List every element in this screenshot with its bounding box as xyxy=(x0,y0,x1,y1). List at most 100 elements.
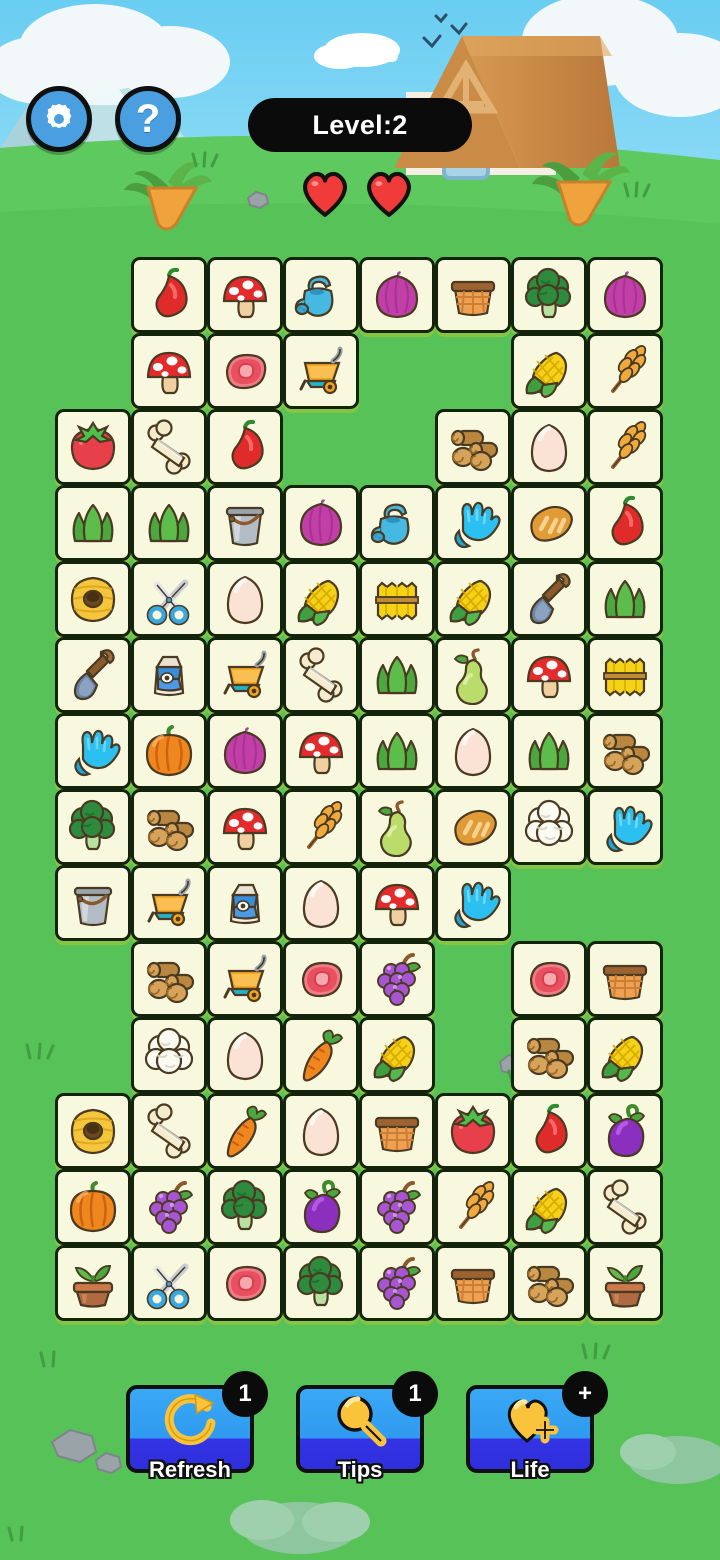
game-tile[interactable] xyxy=(55,485,131,561)
game-tile[interactable] xyxy=(131,333,207,409)
game-tile[interactable] xyxy=(207,409,283,485)
game-tile[interactable] xyxy=(207,1169,283,1245)
game-tile[interactable] xyxy=(283,1169,359,1245)
game-tile[interactable] xyxy=(587,789,663,865)
game-tile[interactable] xyxy=(587,637,663,713)
game-tile[interactable] xyxy=(359,941,435,1017)
game-tile[interactable] xyxy=(283,1017,359,1093)
game-tile[interactable] xyxy=(207,941,283,1017)
game-tile[interactable] xyxy=(207,485,283,561)
game-tile[interactable] xyxy=(207,1017,283,1093)
game-tile[interactable] xyxy=(55,637,131,713)
game-tile[interactable] xyxy=(55,1093,131,1169)
game-tile[interactable] xyxy=(131,1093,207,1169)
game-tile[interactable] xyxy=(511,485,587,561)
game-tile[interactable] xyxy=(359,637,435,713)
game-tile[interactable] xyxy=(55,409,131,485)
game-tile[interactable] xyxy=(511,257,587,333)
game-tile[interactable] xyxy=(207,1245,283,1321)
game-tile[interactable] xyxy=(359,789,435,865)
game-tile[interactable] xyxy=(131,713,207,789)
game-tile[interactable] xyxy=(587,1017,663,1093)
game-tile[interactable] xyxy=(359,713,435,789)
game-tile[interactable] xyxy=(283,1245,359,1321)
game-tile[interactable] xyxy=(55,1169,131,1245)
game-tile[interactable] xyxy=(131,941,207,1017)
game-tile[interactable] xyxy=(435,637,511,713)
game-tile[interactable] xyxy=(283,637,359,713)
game-tile[interactable] xyxy=(131,485,207,561)
game-tile[interactable] xyxy=(359,1093,435,1169)
game-tile[interactable] xyxy=(511,941,587,1017)
game-tile[interactable] xyxy=(511,409,587,485)
game-tile[interactable] xyxy=(283,713,359,789)
game-tile[interactable] xyxy=(435,789,511,865)
game-tile[interactable] xyxy=(511,1093,587,1169)
game-tile[interactable] xyxy=(207,333,283,409)
game-tile[interactable] xyxy=(283,257,359,333)
game-tile[interactable] xyxy=(55,789,131,865)
tips-count-badge[interactable]: 1 xyxy=(392,1371,438,1417)
game-tile[interactable] xyxy=(207,257,283,333)
game-tile[interactable] xyxy=(283,333,359,409)
game-tile[interactable] xyxy=(131,789,207,865)
game-tile[interactable] xyxy=(587,257,663,333)
game-tile[interactable] xyxy=(131,865,207,941)
game-tile[interactable] xyxy=(511,1017,587,1093)
game-tile[interactable] xyxy=(587,409,663,485)
game-tile[interactable] xyxy=(207,713,283,789)
game-tile[interactable] xyxy=(131,637,207,713)
game-tile[interactable] xyxy=(359,1245,435,1321)
game-tile[interactable] xyxy=(511,789,587,865)
game-tile[interactable] xyxy=(435,561,511,637)
game-tile[interactable] xyxy=(359,1169,435,1245)
refresh-button[interactable]: Refresh 1 xyxy=(126,1371,268,1482)
game-tile[interactable] xyxy=(587,1245,663,1321)
game-tile[interactable] xyxy=(359,561,435,637)
game-tile[interactable] xyxy=(283,865,359,941)
game-tile[interactable] xyxy=(511,1245,587,1321)
game-tile[interactable] xyxy=(511,637,587,713)
game-tile[interactable] xyxy=(131,257,207,333)
help-button[interactable]: ? xyxy=(115,86,181,152)
game-tile[interactable] xyxy=(511,1169,587,1245)
game-tile[interactable] xyxy=(587,713,663,789)
game-tile[interactable] xyxy=(207,789,283,865)
game-tile[interactable] xyxy=(283,941,359,1017)
game-tile[interactable] xyxy=(283,1093,359,1169)
game-tile[interactable] xyxy=(283,789,359,865)
life-count-badge[interactable]: + xyxy=(562,1371,608,1417)
game-tile[interactable] xyxy=(131,1169,207,1245)
game-tile[interactable] xyxy=(587,1169,663,1245)
game-tile[interactable] xyxy=(511,333,587,409)
game-tile[interactable] xyxy=(55,865,131,941)
game-tile[interactable] xyxy=(435,1245,511,1321)
game-tile[interactable] xyxy=(511,713,587,789)
game-tile[interactable] xyxy=(55,561,131,637)
game-board[interactable] xyxy=(55,257,665,1347)
game-tile[interactable] xyxy=(587,333,663,409)
game-tile[interactable] xyxy=(587,1093,663,1169)
game-tile[interactable] xyxy=(131,409,207,485)
game-tile[interactable] xyxy=(435,1093,511,1169)
game-tile[interactable] xyxy=(435,257,511,333)
game-tile[interactable] xyxy=(587,941,663,1017)
game-tile[interactable] xyxy=(511,561,587,637)
game-tile[interactable] xyxy=(131,1245,207,1321)
game-tile[interactable] xyxy=(435,865,511,941)
game-tile[interactable] xyxy=(131,1017,207,1093)
tips-button[interactable]: Tips 1 xyxy=(296,1371,438,1482)
game-tile[interactable] xyxy=(207,865,283,941)
refresh-count-badge[interactable]: 1 xyxy=(222,1371,268,1417)
life-button[interactable]: Life + xyxy=(466,1371,608,1482)
game-tile[interactable] xyxy=(359,257,435,333)
game-tile[interactable] xyxy=(359,485,435,561)
game-tile[interactable] xyxy=(435,485,511,561)
game-tile[interactable] xyxy=(587,561,663,637)
game-tile[interactable] xyxy=(283,485,359,561)
game-tile[interactable] xyxy=(207,1093,283,1169)
game-tile[interactable] xyxy=(283,561,359,637)
game-tile[interactable] xyxy=(587,485,663,561)
game-tile[interactable] xyxy=(55,1245,131,1321)
game-tile[interactable] xyxy=(435,1169,511,1245)
